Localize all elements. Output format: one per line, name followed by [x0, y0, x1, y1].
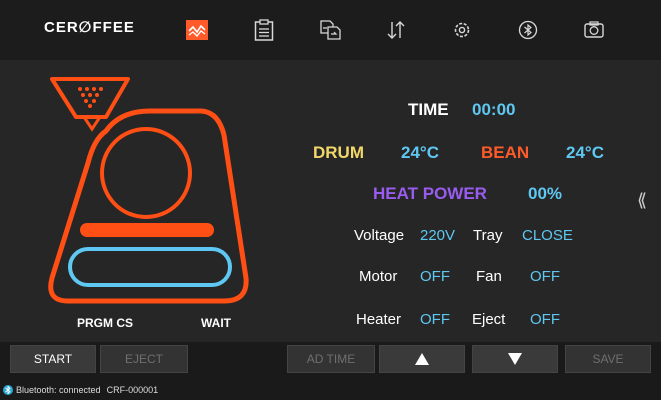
motor-label: Motor: [359, 268, 398, 285]
program-label: PRGM CS: [77, 316, 134, 330]
app-logo: CER∅FFEE: [44, 19, 135, 36]
save-button[interactable]: SAVE: [565, 345, 651, 373]
start-button[interactable]: START: [10, 345, 96, 373]
eject-label: Eject: [472, 311, 506, 328]
gear-icon[interactable]: [450, 18, 474, 42]
tray-value: CLOSE: [522, 227, 573, 244]
voltage-value: 220V: [420, 227, 456, 244]
fan-label: Fan: [476, 268, 502, 285]
time-value: 00:00: [472, 100, 516, 119]
motor-value: OFF: [420, 268, 450, 285]
bluetooth-icon[interactable]: [516, 18, 540, 42]
triangle-up-icon: [415, 353, 429, 365]
chart-icon[interactable]: [185, 18, 209, 42]
heat-power-value: 00%: [528, 184, 563, 203]
bluetooth-status-icon: [3, 385, 13, 395]
increase-button[interactable]: [379, 345, 465, 373]
time-label: TIME: [408, 100, 449, 119]
sort-arrows-icon[interactable]: [384, 18, 408, 42]
file-transfer-icon[interactable]: [318, 18, 342, 42]
device-id: CRF-000001: [106, 385, 159, 395]
top-toolbar: CER∅FFEE: [0, 0, 661, 60]
state-label: WAIT: [201, 316, 231, 330]
roaster-machine-illustration: [40, 73, 250, 310]
ad-time-button[interactable]: AD TIME: [287, 345, 375, 373]
eject-button[interactable]: EJECT: [100, 345, 188, 373]
status-bar: Bluetooth: connected CRF-000001: [0, 382, 661, 398]
heater-value: OFF: [420, 311, 450, 328]
triangle-down-icon: [508, 353, 522, 365]
panel-collapse-toggle[interactable]: ⟪: [637, 190, 647, 211]
clipboard-icon[interactable]: [252, 18, 276, 42]
bean-label: BEAN: [481, 143, 530, 162]
tray-label: Tray: [473, 227, 503, 244]
drum-value: 24°C: [401, 143, 439, 162]
eject-value: OFF: [530, 311, 560, 328]
bluetooth-status-text: Bluetooth: connected: [16, 385, 101, 395]
voltage-label: Voltage: [354, 227, 405, 244]
fan-value: OFF: [530, 268, 560, 285]
decrease-button[interactable]: [472, 345, 558, 373]
heater-label: Heater: [356, 311, 402, 328]
heat-power-label: HEAT POWER: [373, 184, 487, 203]
bean-value: 24°C: [566, 143, 604, 162]
drum-label: DRUM: [313, 143, 364, 162]
camera-icon[interactable]: [582, 18, 606, 42]
